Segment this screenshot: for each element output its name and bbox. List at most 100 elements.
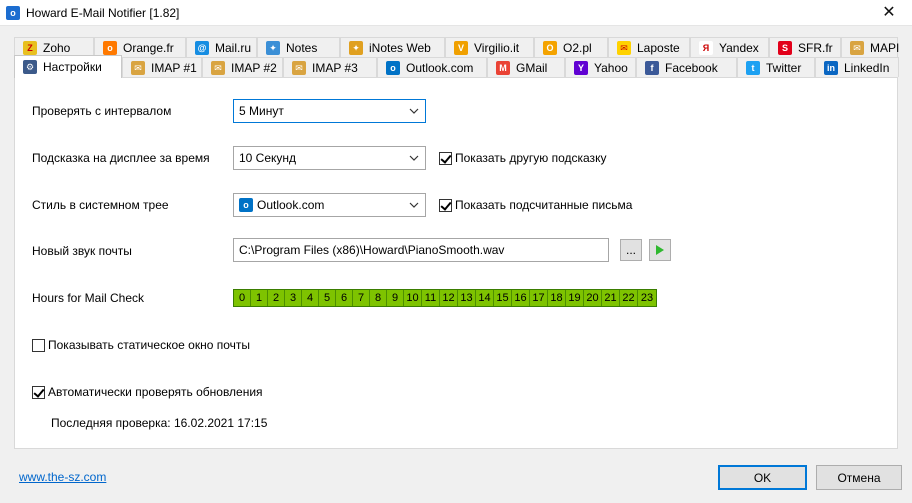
checkbox-box[interactable] (439, 198, 452, 212)
imap-icon: ✉ (292, 60, 306, 75)
tab-twitter[interactable]: t Twitter (737, 57, 815, 77)
hour-cell[interactable]: 23 (638, 290, 656, 306)
play-button[interactable] (649, 239, 671, 261)
interval-value: 5 Минут (239, 104, 284, 118)
website-link[interactable]: www.the-sz.com (19, 470, 106, 484)
hour-cell[interactable]: 3 (285, 290, 302, 306)
tab-zoho[interactable]: Z Zoho (14, 37, 94, 57)
tab-orange-fr[interactable]: o Orange.fr (94, 37, 186, 57)
hour-cell[interactable]: 2 (268, 290, 285, 306)
hour-cell[interactable]: 5 (319, 290, 336, 306)
tab-label: IMAP #1 (151, 60, 197, 75)
tab-настройки[interactable]: ⚙ Настройки (14, 55, 122, 78)
auto-update-checkbox[interactable]: Автоматически проверять обновления (32, 385, 263, 399)
mapi-icon: ✉ (850, 40, 864, 55)
title-bar: o Howard E-Mail Notifier [1.82] ✕ (0, 0, 912, 26)
virgilio-icon: V (454, 40, 468, 55)
laposte-icon: ✉ (617, 40, 631, 55)
hour-cell[interactable]: 10 (404, 290, 422, 306)
tab-label: SFR.fr (798, 40, 833, 55)
tab-label: Outlook.com (406, 60, 474, 75)
show-counted-label: Показать подсчитанные письма (455, 198, 633, 212)
tab-label: Facebook (665, 60, 718, 75)
tab-yahoo[interactable]: Y Yahoo (565, 57, 636, 77)
checkbox-box[interactable] (32, 338, 45, 352)
tab-label: Twitter (766, 60, 802, 75)
orange-icon: o (103, 40, 117, 55)
hour-cell[interactable]: 11 (422, 290, 440, 306)
close-icon[interactable]: ✕ (866, 0, 912, 26)
settings-icon: ⚙ (23, 60, 37, 74)
tab-outlook-com[interactable]: o Outlook.com (377, 57, 487, 77)
show-other-tooltip-checkbox[interactable]: Показать другую подсказку (439, 151, 606, 165)
show-counted-checkbox[interactable]: Показать подсчитанные письма (439, 198, 632, 212)
tab-gmail[interactable]: M GMail (487, 57, 565, 77)
hour-cell[interactable]: 8 (370, 290, 387, 306)
tab-inotes-web[interactable]: ✦ iNotes Web (340, 37, 445, 57)
tooltip-value: 10 Секунд (239, 151, 297, 165)
hour-cell[interactable]: 1 (251, 290, 268, 306)
browse-button[interactable]: ... (620, 239, 642, 261)
show-other-tooltip-label: Показать другую подсказку (455, 151, 607, 165)
hour-cell[interactable]: 9 (387, 290, 404, 306)
tab-label: Zoho (43, 40, 71, 55)
hour-cell[interactable]: 21 (602, 290, 620, 306)
hour-cell[interactable]: 16 (512, 290, 530, 306)
imap-icon: ✉ (211, 60, 225, 75)
static-window-checkbox[interactable]: Показывать статическое окно почты (32, 338, 250, 352)
hour-cell[interactable]: 18 (548, 290, 566, 306)
hour-cell[interactable]: 0 (234, 290, 251, 306)
yandex-icon: Я (699, 40, 713, 55)
app-icon: o (6, 6, 20, 20)
tab-laposte[interactable]: ✉ Laposte (608, 37, 690, 57)
hour-cell[interactable]: 15 (494, 290, 512, 306)
imap-icon: ✉ (131, 60, 145, 75)
hour-cell[interactable]: 12 (440, 290, 458, 306)
tab-label: Yandex (719, 40, 759, 55)
tab-imap-3[interactable]: ✉ IMAP #3 (283, 57, 377, 77)
twitter-icon: t (746, 60, 760, 75)
tab-mail-ru[interactable]: @ Mail.ru (186, 37, 257, 57)
tooltip-combo[interactable]: 10 Секунд (233, 146, 426, 170)
tray-label: Стиль в системном трее (32, 198, 169, 212)
tab-facebook[interactable]: f Facebook (636, 57, 737, 77)
interval-combo[interactable]: 5 Минут (233, 99, 426, 123)
hours-grid: 0 1 2 3 4 5 6 7 8 9 10 11 12 13 14 15 16 17 18 19 20 21 22 23 (233, 289, 657, 307)
tab-linkedin[interactable]: in LinkedIn (815, 57, 899, 77)
tab-mapi[interactable]: ✉ MAPI (841, 37, 899, 57)
tab-o2-pl[interactable]: O O2.pl (534, 37, 608, 57)
hour-cell[interactable]: 6 (336, 290, 353, 306)
hour-cell[interactable]: 14 (476, 290, 494, 306)
checkbox-box[interactable] (439, 151, 452, 165)
hour-cell[interactable]: 13 (458, 290, 476, 306)
notes-icon: ✦ (266, 40, 280, 55)
tab-imap-2[interactable]: ✉ IMAP #2 (202, 57, 283, 77)
mailru-icon: @ (195, 40, 209, 55)
tab-label: Yahoo (594, 60, 628, 75)
hours-label: Hours for Mail Check (32, 291, 145, 305)
tab-virgilio-it[interactable]: V Virgilio.it (445, 37, 534, 57)
tab-label: Настройки (43, 60, 102, 74)
cancel-button[interactable]: Отмена (816, 465, 902, 490)
hour-cell[interactable]: 20 (584, 290, 602, 306)
hour-cell[interactable]: 17 (530, 290, 548, 306)
sound-path-input[interactable]: C:\Program Files (x86)\Howard\PianoSmoot… (233, 238, 609, 262)
auto-update-label: Автоматически проверять обновления (48, 385, 263, 399)
checkbox-box[interactable] (32, 385, 45, 399)
tab-notes[interactable]: ✦ Notes (257, 37, 340, 57)
play-icon (656, 245, 664, 255)
hour-cell[interactable]: 7 (353, 290, 370, 306)
outlook-icon: o (239, 198, 253, 212)
tab-label: LinkedIn (844, 60, 890, 75)
hour-cell[interactable]: 22 (620, 290, 638, 306)
inotes-icon: ✦ (349, 40, 363, 55)
tab-imap-1[interactable]: ✉ IMAP #1 (122, 57, 202, 77)
tab-sfr-fr[interactable]: S SFR.fr (769, 37, 841, 57)
hour-cell[interactable]: 4 (302, 290, 319, 306)
tab-yandex[interactable]: Я Yandex (690, 37, 769, 57)
last-check-text: Последняя проверка: 16.02.2021 17:15 (51, 416, 268, 430)
tray-combo[interactable]: o Outlook.com (233, 193, 426, 217)
hour-cell[interactable]: 19 (566, 290, 584, 306)
ok-button[interactable]: OK (718, 465, 807, 490)
tab-label: Virgilio.it (474, 40, 520, 55)
